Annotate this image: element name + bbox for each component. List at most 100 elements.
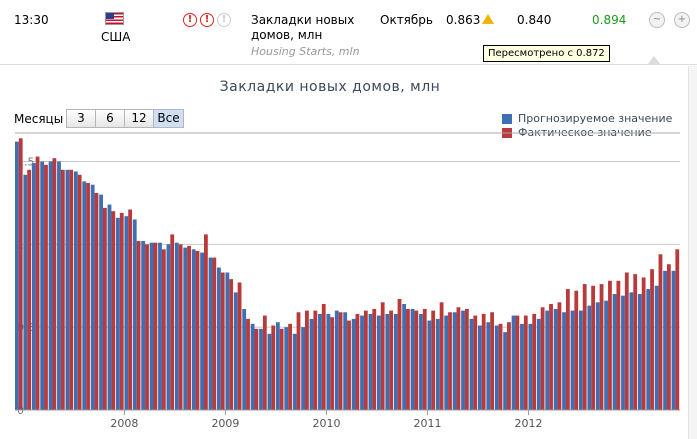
- chart-toggle-icon[interactable]: ~: [649, 12, 665, 28]
- forecast-bar: [301, 327, 306, 410]
- actual-bar: [380, 302, 385, 410]
- forecast-bar: [183, 247, 188, 410]
- forecast-bar: [520, 323, 524, 410]
- forecast-bar: [292, 333, 297, 410]
- actual-bar: [389, 310, 393, 410]
- event-name[interactable]: Закладки новых домов, млн: [251, 13, 354, 43]
- forecast-bar: [368, 313, 373, 410]
- forecast-bar: [528, 323, 533, 410]
- forecast-bar: [629, 292, 634, 410]
- actual-bar: [650, 269, 654, 410]
- forecast-bar: [191, 249, 196, 410]
- actual-bar: [549, 303, 553, 410]
- actual-bar: [145, 244, 149, 410]
- actual-bar: [313, 310, 318, 410]
- actual-bar: [473, 315, 478, 410]
- actual-bar: [94, 192, 99, 410]
- x-tick-label: 2011: [413, 417, 441, 430]
- forecast-bar: [82, 181, 87, 410]
- actual-bar: [532, 313, 537, 410]
- exclamation-icon: !: [183, 13, 197, 27]
- actual-bar: [599, 284, 604, 410]
- forecast-bar: [385, 313, 390, 410]
- actual-bar: [591, 285, 596, 410]
- x-tick-label: 2009: [211, 417, 239, 430]
- chart-pointer: [648, 56, 660, 64]
- actual-bar: [321, 303, 326, 410]
- forecast-bar: [536, 318, 541, 410]
- actual-bar: [187, 245, 191, 410]
- actual-bar: [237, 282, 242, 410]
- actual-bar: [178, 244, 183, 410]
- warning-icon[interactable]: [482, 14, 494, 24]
- actual-bar: [246, 318, 250, 410]
- forecast-bar: [99, 194, 103, 410]
- actual-bar: [641, 277, 646, 410]
- event-name-line2: домов, млн: [251, 28, 323, 42]
- revised-tooltip: Пересмотрено с 0.872: [483, 45, 610, 62]
- actual-bar: [456, 307, 461, 410]
- actual-bar: [481, 313, 486, 410]
- actual-bar: [86, 183, 90, 410]
- forecast-bar: [65, 169, 70, 410]
- forecast-bar: [275, 322, 280, 410]
- forecast-bar: [242, 308, 247, 410]
- actual-bar: [305, 310, 309, 410]
- forecast-bar: [435, 318, 440, 410]
- forecast-bar: [200, 252, 204, 410]
- actual-bar: [220, 272, 225, 410]
- forecast-bar: [494, 325, 499, 410]
- forecast-bar: [671, 270, 676, 410]
- forecast-bar: [646, 289, 651, 410]
- forecast-bar: [208, 257, 213, 410]
- forecast-bar: [604, 300, 609, 410]
- forecast-bar: [23, 174, 28, 410]
- event-row[interactable]: 13:30 США ! ! ! Закладки новых домов, мл…: [0, 0, 697, 65]
- actual-bar: [464, 308, 469, 410]
- actual-bar: [102, 207, 107, 410]
- actual-bar: [523, 315, 528, 410]
- forecast-bar: [141, 241, 146, 410]
- forecast-bar: [360, 315, 364, 410]
- actual-bar: [397, 299, 402, 410]
- forecast-bar: [452, 312, 457, 410]
- actual-bar: [372, 308, 377, 410]
- actual-bar: [675, 249, 680, 410]
- actual-bar: [279, 328, 284, 410]
- event-period: Октябрь: [380, 13, 433, 27]
- previous-value: 0.863: [446, 13, 481, 27]
- actual-bar: [658, 254, 663, 410]
- actual-bar: [69, 169, 74, 410]
- forecast-bar: [149, 242, 154, 410]
- forecast-bar: [461, 310, 465, 410]
- actual-bar: [136, 241, 141, 410]
- scrollbar[interactable]: [688, 66, 697, 439]
- actual-bar: [557, 302, 562, 410]
- forecast-bar: [15, 141, 19, 410]
- actual-bar: [355, 313, 360, 410]
- actual-bar: [296, 312, 301, 410]
- legend-forecast[interactable]: Прогнозируемое значение: [502, 112, 672, 126]
- forecast-bar: [343, 312, 348, 410]
- actual-bar: [608, 280, 612, 410]
- forecast-bar: [40, 161, 45, 410]
- forecast-bar: [553, 308, 558, 410]
- actual-bar: [338, 312, 343, 410]
- forecast-bar: [73, 171, 78, 410]
- actual-bar: [52, 158, 57, 410]
- forecast-bar: [393, 313, 398, 410]
- forecast-bar: [259, 328, 263, 410]
- legend-forecast-swatch: [502, 114, 512, 124]
- forecast-bar: [570, 310, 575, 410]
- actual-bar: [128, 209, 133, 410]
- forecast-bar: [419, 313, 423, 410]
- forecast-bar: [90, 184, 95, 410]
- forecast-bar: [486, 322, 491, 410]
- forecast-bar: [326, 313, 331, 410]
- add-icon[interactable]: +: [674, 12, 690, 28]
- forecast-bar: [250, 323, 255, 410]
- forecast-bar: [477, 325, 482, 410]
- x-tick-label: 2012: [514, 417, 542, 430]
- actual-bar: [616, 280, 621, 410]
- actual-bar: [414, 310, 419, 410]
